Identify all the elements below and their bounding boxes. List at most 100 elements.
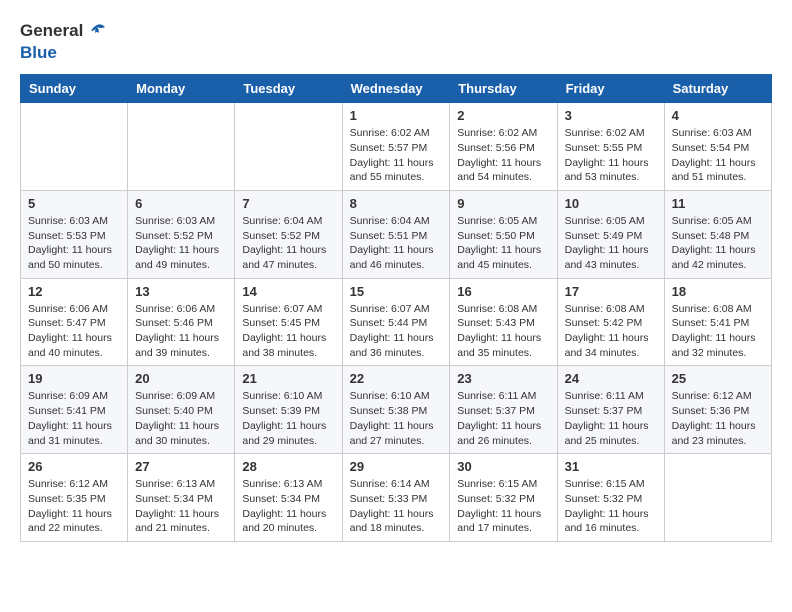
logo: General Blue: [20, 20, 107, 64]
calendar-week-row: 5Sunrise: 6:03 AMSunset: 5:53 PMDaylight…: [21, 190, 772, 278]
calendar-cell: [21, 103, 128, 191]
day-info: Sunset: 5:44 PM: [350, 316, 443, 331]
day-info: Sunset: 5:45 PM: [242, 316, 334, 331]
day-info: Sunrise: 6:03 AM: [135, 214, 227, 229]
day-info: Sunrise: 6:12 AM: [672, 389, 764, 404]
day-info: Sunset: 5:54 PM: [672, 141, 764, 156]
day-info: Sunset: 5:56 PM: [457, 141, 549, 156]
day-number: 19: [28, 371, 120, 386]
calendar-cell: 3Sunrise: 6:02 AMSunset: 5:55 PMDaylight…: [557, 103, 664, 191]
day-info: Sunrise: 6:03 AM: [672, 126, 764, 141]
day-number: 6: [135, 196, 227, 211]
calendar-cell: [235, 103, 342, 191]
day-info: Sunrise: 6:07 AM: [242, 302, 334, 317]
day-info: Sunrise: 6:06 AM: [28, 302, 120, 317]
day-info: Daylight: 11 hours and 31 minutes.: [28, 419, 120, 448]
day-info: Sunrise: 6:02 AM: [565, 126, 657, 141]
day-of-week-header: Friday: [557, 75, 664, 103]
calendar-cell: 31Sunrise: 6:15 AMSunset: 5:32 PMDayligh…: [557, 454, 664, 542]
day-info: Daylight: 11 hours and 16 minutes.: [565, 507, 657, 536]
day-info: Daylight: 11 hours and 46 minutes.: [350, 243, 443, 272]
day-info: Daylight: 11 hours and 39 minutes.: [135, 331, 227, 360]
day-info: Sunset: 5:35 PM: [28, 492, 120, 507]
day-number: 28: [242, 459, 334, 474]
day-info: Sunset: 5:38 PM: [350, 404, 443, 419]
day-info: Sunset: 5:49 PM: [565, 229, 657, 244]
logo-container: General Blue: [20, 20, 107, 64]
day-info: Sunset: 5:53 PM: [28, 229, 120, 244]
day-info: Sunset: 5:41 PM: [28, 404, 120, 419]
day-number: 30: [457, 459, 549, 474]
calendar-cell: 21Sunrise: 6:10 AMSunset: 5:39 PMDayligh…: [235, 366, 342, 454]
calendar-cell: 20Sunrise: 6:09 AMSunset: 5:40 PMDayligh…: [128, 366, 235, 454]
day-info: Sunset: 5:52 PM: [135, 229, 227, 244]
day-info: Daylight: 11 hours and 40 minutes.: [28, 331, 120, 360]
day-number: 18: [672, 284, 764, 299]
day-number: 29: [350, 459, 443, 474]
day-number: 22: [350, 371, 443, 386]
calendar-cell: 15Sunrise: 6:07 AMSunset: 5:44 PMDayligh…: [342, 278, 450, 366]
day-info: Sunrise: 6:02 AM: [350, 126, 443, 141]
day-number: 26: [28, 459, 120, 474]
day-info: Sunset: 5:41 PM: [672, 316, 764, 331]
day-info: Sunrise: 6:10 AM: [350, 389, 443, 404]
day-info: Sunrise: 6:03 AM: [28, 214, 120, 229]
calendar-week-row: 12Sunrise: 6:06 AMSunset: 5:47 PMDayligh…: [21, 278, 772, 366]
day-number: 10: [565, 196, 657, 211]
calendar-cell: 4Sunrise: 6:03 AMSunset: 5:54 PMDaylight…: [664, 103, 771, 191]
calendar-cell: 25Sunrise: 6:12 AMSunset: 5:36 PMDayligh…: [664, 366, 771, 454]
day-info: Daylight: 11 hours and 21 minutes.: [135, 507, 227, 536]
day-info: Daylight: 11 hours and 27 minutes.: [350, 419, 443, 448]
calendar-cell: 22 Sunrise: 6:10 AMSunset: 5:38 PMDayligh…: [342, 366, 450, 454]
day-info: Daylight: 11 hours and 18 minutes.: [350, 507, 443, 536]
day-of-week-header: Wednesday: [342, 75, 450, 103]
day-info: Sunrise: 6:08 AM: [457, 302, 549, 317]
page-header: General Blue: [20, 20, 772, 64]
logo-blue: Blue: [20, 42, 107, 64]
calendar-cell: 24Sunrise: 6:11 AMSunset: 5:37 PMDayligh…: [557, 366, 664, 454]
day-info: Daylight: 11 hours and 43 minutes.: [565, 243, 657, 272]
calendar-cell: 26Sunrise: 6:12 AMSunset: 5:35 PMDayligh…: [21, 454, 128, 542]
day-info: Daylight: 11 hours and 55 minutes.: [350, 156, 443, 185]
day-info: Sunrise: 6:05 AM: [565, 214, 657, 229]
calendar-header-row: SundayMondayTuesdayWednesdayThursdayFrid…: [21, 75, 772, 103]
day-info: Sunset: 5:43 PM: [457, 316, 549, 331]
day-number: 4: [672, 108, 764, 123]
calendar-cell: 27Sunrise: 6:13 AMSunset: 5:34 PMDayligh…: [128, 454, 235, 542]
day-info: Daylight: 11 hours and 23 minutes.: [672, 419, 764, 448]
day-info: Sunset: 5:34 PM: [242, 492, 334, 507]
day-info: Daylight: 11 hours and 47 minutes.: [242, 243, 334, 272]
day-info: Sunset: 5:32 PM: [565, 492, 657, 507]
day-info: Sunrise: 6:11 AM: [565, 389, 657, 404]
calendar-cell: 13Sunrise: 6:06 AMSunset: 5:46 PMDayligh…: [128, 278, 235, 366]
day-info: Sunrise: 6:05 AM: [457, 214, 549, 229]
day-info: Daylight: 11 hours and 49 minutes.: [135, 243, 227, 272]
day-number: 31: [565, 459, 657, 474]
day-info: Sunset: 5:32 PM: [457, 492, 549, 507]
day-info: Sunrise: 6:06 AM: [135, 302, 227, 317]
day-number: 11: [672, 196, 764, 211]
day-info: Sunset: 5:34 PM: [135, 492, 227, 507]
day-of-week-header: Thursday: [450, 75, 557, 103]
day-number: 21: [242, 371, 334, 386]
day-info: Sunrise: 6:12 AM: [28, 477, 120, 492]
day-number: 1: [350, 108, 443, 123]
day-number: 14: [242, 284, 334, 299]
day-info: Sunset: 5:57 PM: [350, 141, 443, 156]
day-number: 24: [565, 371, 657, 386]
day-info: Sunrise: 6:10 AM: [242, 389, 334, 404]
day-of-week-header: Saturday: [664, 75, 771, 103]
day-info: Daylight: 11 hours and 50 minutes.: [28, 243, 120, 272]
day-info: Daylight: 11 hours and 25 minutes.: [565, 419, 657, 448]
day-info: Sunset: 5:40 PM: [135, 404, 227, 419]
day-info: Sunset: 5:52 PM: [242, 229, 334, 244]
day-number: 25: [672, 371, 764, 386]
calendar-cell: 12Sunrise: 6:06 AMSunset: 5:47 PMDayligh…: [21, 278, 128, 366]
calendar-cell: 19Sunrise: 6:09 AMSunset: 5:41 PMDayligh…: [21, 366, 128, 454]
calendar-cell: 23Sunrise: 6:11 AMSunset: 5:37 PMDayligh…: [450, 366, 557, 454]
day-info: Daylight: 11 hours and 36 minutes.: [350, 331, 443, 360]
calendar-cell: 16Sunrise: 6:08 AMSunset: 5:43 PMDayligh…: [450, 278, 557, 366]
calendar-cell: 1 Sunrise: 6:02 AMSunset: 5:57 PMDaylight…: [342, 103, 450, 191]
calendar-week-row: 26 Sunrise: 6:12 AMSunset: 5:35 PM Dayligh…: [21, 454, 772, 542]
day-number: 15: [350, 284, 443, 299]
